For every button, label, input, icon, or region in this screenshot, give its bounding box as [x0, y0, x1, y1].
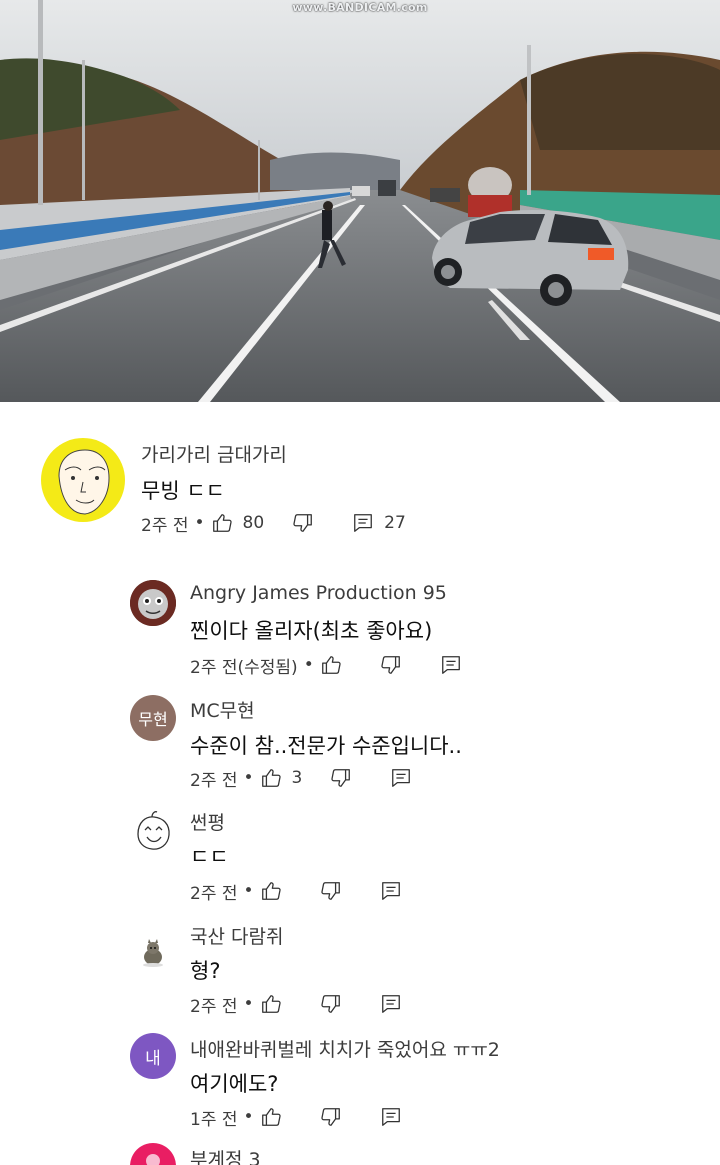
meta-separator: • — [243, 994, 254, 1014]
thumb-down-icon[interactable] — [318, 1105, 344, 1129]
thumb-down-icon[interactable] — [328, 766, 354, 790]
comment-actions: 2주 전 • — [190, 879, 404, 904]
reply-comment: Angry James Production 95 찐이다 올리자(최초 좋아요… — [0, 575, 720, 685]
comment-timestamp: 2주 전(수정됨) — [190, 657, 298, 678]
comment-author[interactable]: 부계정 3 — [190, 1145, 261, 1165]
bandicam-watermark: www.BANDICAM.com — [292, 1, 428, 14]
reply-comment: 국산 다람쥐 형? 2주 전 • — [0, 917, 720, 1027]
avatar[interactable] — [130, 929, 176, 975]
reply-comment: 썬평 ㄷㄷ 2주 전 • — [0, 803, 720, 913]
comment-timestamp: 2주 전 — [190, 883, 238, 904]
comment-text: ㄷㄷ — [190, 845, 229, 869]
comment-text: 수준이 참..전문가 수준입니다.. — [190, 734, 462, 758]
meta-separator: • — [243, 881, 254, 901]
reply-count[interactable]: 27 — [384, 513, 406, 533]
reply-comment-icon[interactable] — [438, 653, 464, 677]
reply-comment-icon[interactable] — [378, 992, 404, 1016]
thumb-up-icon[interactable] — [209, 511, 235, 535]
comment-timestamp: 2주 전 — [141, 515, 189, 536]
reply-comment: 내 내애완바퀴벌레 치치가 죽었어요 ㅠㅠ2 여기에도? 1주 전 • — [0, 1030, 720, 1140]
cartoon-face-icon — [58, 449, 110, 515]
video-player[interactable]: www.BANDICAM.com — [0, 0, 720, 402]
comment-actions: 2주 전 • — [190, 992, 404, 1017]
reply-comment-icon[interactable] — [378, 1105, 404, 1129]
comment-text: 형? — [190, 959, 221, 983]
thumb-up-icon[interactable] — [258, 766, 284, 790]
comment-timestamp: 2주 전 — [190, 996, 238, 1017]
thumb-up-icon[interactable] — [258, 879, 284, 903]
like-count: 3 — [291, 768, 303, 788]
comment-actions: 2주 전 • 3 — [190, 766, 414, 791]
meta-separator: • — [303, 655, 314, 675]
reply-comment-icon[interactable] — [378, 879, 404, 903]
thumb-up-icon[interactable] — [258, 992, 284, 1016]
avatar[interactable]: 내 — [130, 1033, 176, 1079]
avatar-initials: 내 — [145, 1048, 161, 1069]
comment-text: 무빙 ㄷㄷ — [141, 479, 225, 503]
reply-comment-icon[interactable] — [388, 766, 414, 790]
thumb-up-icon[interactable] — [258, 1105, 284, 1129]
doodle-face-icon — [137, 811, 170, 850]
avatar[interactable] — [41, 438, 125, 522]
comment-thread: 가리가리 금대가리 무빙 ㄷㄷ 2주 전 • 80 27 — [0, 430, 720, 550]
comment-author[interactable]: MC무현 — [190, 696, 255, 723]
comment-timestamp: 2주 전 — [190, 770, 238, 791]
meta-separator: • — [194, 513, 205, 533]
avatar[interactable] — [130, 808, 176, 854]
comment-author[interactable]: Angry James Production 95 — [190, 582, 447, 604]
meta-separator: • — [243, 1107, 254, 1127]
avatar[interactable]: 무현 — [130, 695, 176, 741]
like-count: 80 — [242, 513, 265, 533]
comment-actions: 2주 전 • 80 27 — [141, 511, 406, 536]
comment-author[interactable]: 썬평 — [190, 808, 225, 835]
thumb-down-icon[interactable] — [318, 879, 344, 903]
squirrel-icon — [143, 939, 163, 967]
comment-text: 여기에도? — [190, 1072, 279, 1096]
reply-comment: 부계정 3 — [0, 1140, 720, 1165]
comment-author[interactable]: 국산 다람쥐 — [190, 922, 283, 949]
avatar-initials: 무현 — [138, 710, 168, 729]
reply-comment: 무현 MC무현 수준이 참..전문가 수준입니다.. 2주 전 • 3 — [0, 690, 720, 800]
avatar[interactable] — [130, 580, 176, 626]
comment-actions: 1주 전 • — [190, 1105, 404, 1130]
character-face-icon — [130, 580, 176, 626]
video-frame — [0, 0, 720, 402]
comment-author[interactable]: 가리가리 금대가리 — [141, 440, 287, 467]
thumb-down-icon[interactable] — [290, 511, 316, 535]
meta-separator: • — [243, 768, 254, 788]
avatar[interactable] — [130, 1143, 176, 1165]
comment-timestamp: 1주 전 — [190, 1109, 238, 1130]
comment-text: 찐이다 올리자(최초 좋아요) — [190, 619, 433, 643]
avatar-dot — [146, 1154, 160, 1165]
reply-comment-icon[interactable] — [350, 511, 376, 535]
thumb-down-icon[interactable] — [318, 992, 344, 1016]
comment-actions: 2주 전(수정됨) • — [190, 653, 464, 678]
comment-author[interactable]: 내애완바퀴벌레 치치가 죽었어요 ㅠㅠ2 — [190, 1035, 500, 1062]
thumb-down-icon[interactable] — [378, 653, 404, 677]
thumb-up-icon[interactable] — [318, 653, 344, 677]
